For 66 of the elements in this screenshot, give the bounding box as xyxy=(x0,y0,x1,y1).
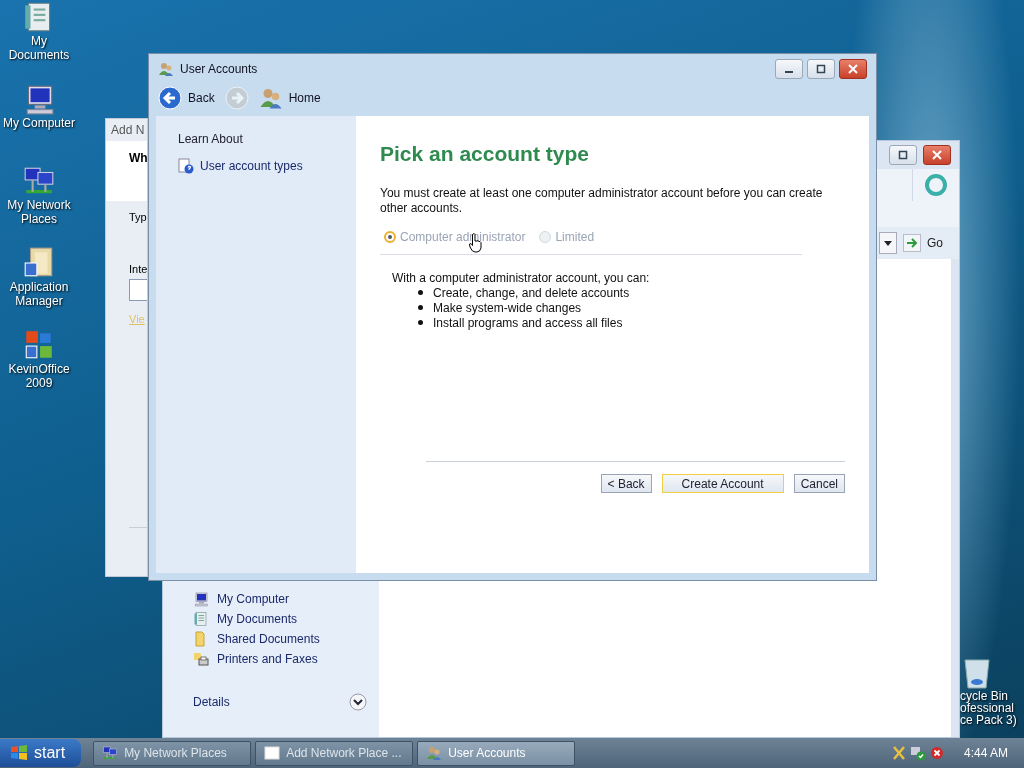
shield-check-icon[interactable] xyxy=(909,745,926,761)
documents-icon xyxy=(193,611,209,627)
bullet-icon xyxy=(418,320,423,325)
help-link[interactable]: User account types xyxy=(200,159,303,173)
network-icon xyxy=(102,745,119,761)
expand-chevron-icon[interactable] xyxy=(349,693,367,711)
window-icon xyxy=(264,745,281,761)
sidebar-link[interactable]: My Computer xyxy=(217,592,290,606)
tools-icon[interactable] xyxy=(891,745,906,761)
go-button[interactable]: Go xyxy=(901,232,953,254)
desktop-icon-label[interactable]: My Computer xyxy=(3,116,75,130)
dialog-button[interactable]: < Back xyxy=(600,474,652,493)
bullet-icon xyxy=(418,290,423,295)
users-icon xyxy=(258,86,283,110)
sidebar-link[interactable]: Shared Documents xyxy=(217,632,320,646)
clock: 4:44 AM xyxy=(963,746,1008,760)
input-field[interactable] xyxy=(129,279,147,301)
window-title: User Accounts xyxy=(180,61,258,76)
loading-ring-icon xyxy=(924,173,948,197)
desktop-icon-label[interactable]: Application Manager xyxy=(0,280,78,308)
maximize-button[interactable] xyxy=(889,145,917,165)
dropdown-button[interactable] xyxy=(879,232,897,254)
list-item: Make system-wide changes xyxy=(433,300,582,315)
wizard-heading: Wh xyxy=(129,151,147,165)
users-icon xyxy=(426,745,443,761)
close-button[interactable] xyxy=(839,58,867,79)
desktop-icon-label: ofessional xyxy=(960,702,1015,714)
minimize-icon xyxy=(785,70,793,73)
dialog-button[interactable]: Cancel xyxy=(793,474,845,493)
description-text: With a computer administrator account, you can: xyxy=(392,271,651,285)
maximize-icon xyxy=(816,63,826,74)
maximize-button[interactable] xyxy=(807,58,835,79)
section-heading: Details xyxy=(193,695,230,709)
desktop-icon-label: ce Pack 3) xyxy=(960,714,1017,726)
close-button[interactable] xyxy=(923,145,951,165)
maximize-icon xyxy=(898,150,908,160)
dialog-button[interactable]: Create Account xyxy=(661,474,784,493)
window-title: Add N xyxy=(111,123,145,137)
close-icon xyxy=(932,150,942,160)
start-button[interactable]: start xyxy=(0,739,82,767)
flag-icon xyxy=(10,744,28,762)
field-label: Inte xyxy=(129,263,147,275)
caret-icon xyxy=(884,240,892,246)
minimize-button[interactable] xyxy=(775,58,803,79)
back-button[interactable]: Back xyxy=(158,86,215,110)
desktop-icon-label[interactable]: My Network Places xyxy=(0,198,78,226)
help-icon xyxy=(178,158,194,174)
trash-bin-icon[interactable] xyxy=(962,656,992,690)
sidebar-heading: Learn About xyxy=(178,132,244,146)
users-icon xyxy=(158,60,174,77)
home-button[interactable]: Home xyxy=(258,86,321,110)
desktop-icon-label: cycle Bin xyxy=(960,690,1009,702)
sidebar-link[interactable]: Printers and Faxes xyxy=(217,652,318,666)
computer-icon xyxy=(193,591,209,607)
instruction-text: Typ xyxy=(129,211,147,223)
desktop-icon-label[interactable]: KevinOffice 2009 xyxy=(0,362,78,390)
page-heading: Pick an account type xyxy=(380,142,590,166)
close-icon xyxy=(848,63,858,74)
intro-text: You must create at least one computer administrator account before you can create other accounts. xyxy=(380,186,824,216)
list-item: Install programs and access all files xyxy=(433,315,623,330)
printer-icon xyxy=(193,651,209,667)
error-icon[interactable] xyxy=(929,746,944,760)
desktop-icon-label[interactable]: My Documents xyxy=(0,34,78,62)
list-item: Create, change, and delete accounts xyxy=(433,285,630,300)
sidebar-link[interactable]: My Documents xyxy=(217,612,298,626)
bullet-icon xyxy=(418,305,423,310)
